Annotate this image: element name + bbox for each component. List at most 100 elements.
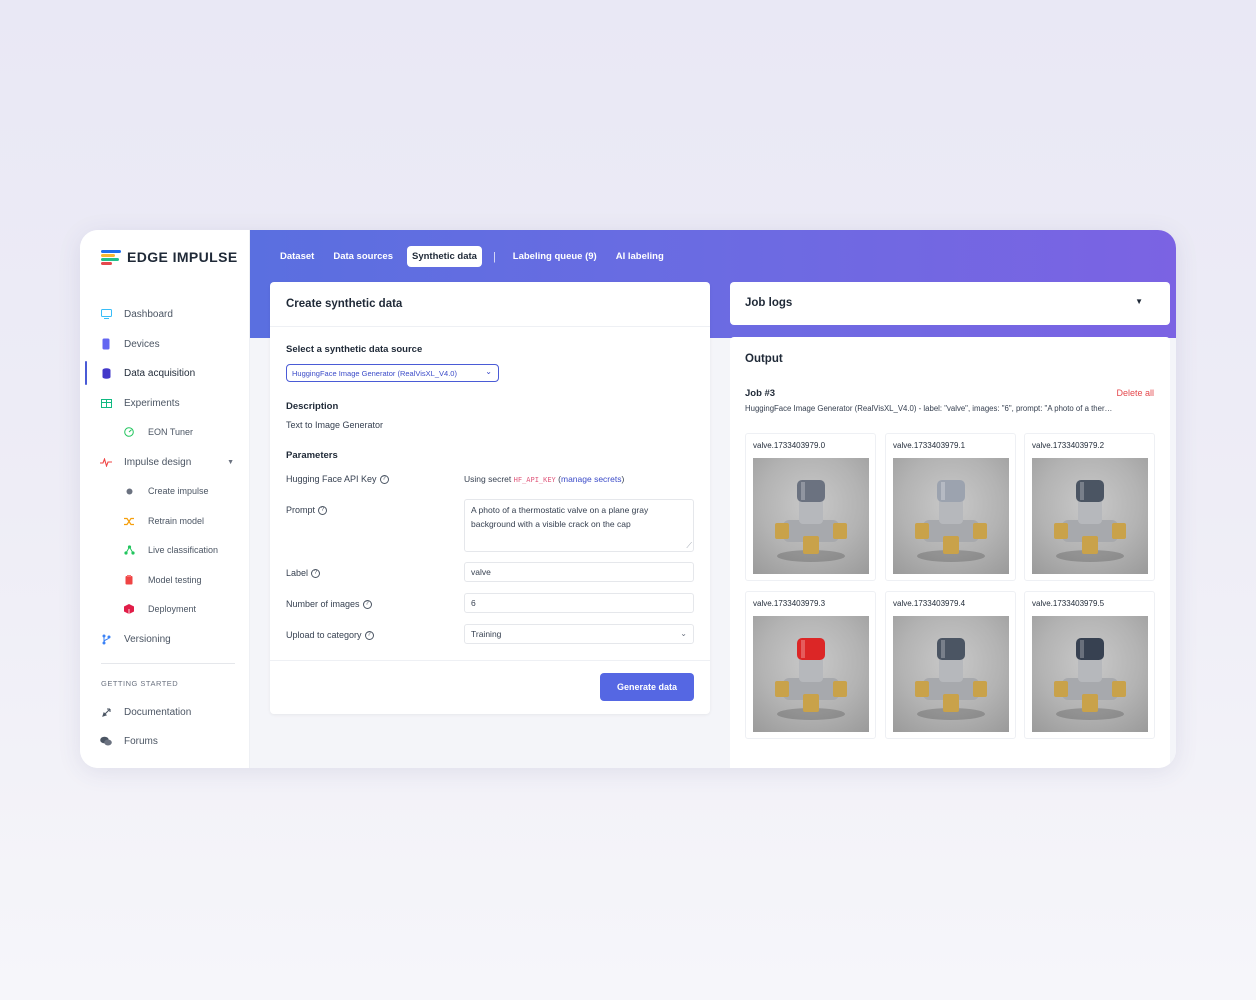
description-heading: Description — [286, 401, 339, 412]
create-synthetic-data-panel: Create synthetic data Select a synthetic… — [270, 282, 710, 714]
image-name: valve.1733403979.5 — [1032, 599, 1105, 608]
image-card[interactable]: valve.1733403979.4 — [885, 591, 1016, 739]
image-name: valve.1733403979.3 — [753, 599, 826, 608]
tab-data-sources[interactable]: Data sources — [328, 246, 398, 267]
tab-labeling-queue[interactable]: Labeling queue (9) — [508, 246, 602, 267]
rocket-icon — [100, 706, 112, 718]
valve-image[interactable] — [753, 616, 869, 732]
sidebar-item-retrain-model[interactable]: Retrain model — [80, 508, 250, 534]
image-name: valve.1733403979.4 — [893, 599, 966, 608]
tab-separator: | — [492, 250, 496, 263]
sidebar-item-label: Versioning — [124, 633, 171, 645]
sidebar-item-live-classification[interactable]: Live classification — [80, 537, 250, 563]
category-label-text: Upload to category — [286, 630, 362, 640]
api-key-secret-line: Using secret HF_API_KEY (manage secrets) — [464, 474, 625, 484]
image-name: valve.1733403979.2 — [1032, 441, 1105, 450]
tab-synthetic-data[interactable]: Synthetic data — [407, 246, 482, 267]
resize-handle-icon[interactable]: ⟋ — [686, 542, 692, 550]
sidebar-divider — [101, 663, 235, 664]
description-text: Text to Image Generator — [286, 420, 384, 430]
job-logs-panel[interactable]: Job logs ▼ — [730, 282, 1170, 325]
prompt-label: Prompt? — [286, 505, 328, 516]
sidebar-item-dashboard[interactable]: Dashboard — [80, 301, 250, 327]
image-card[interactable]: valve.1733403979.3 — [745, 591, 876, 739]
valve-image[interactable] — [893, 616, 1009, 732]
sidebar-item-label: Forums — [124, 735, 158, 747]
branch-icon — [100, 633, 112, 645]
chevron-down-icon: ⌄ — [680, 629, 687, 638]
label-label: Label? — [286, 568, 321, 579]
delete-all-link[interactable]: Delete all — [1116, 388, 1154, 398]
label-label-text: Label — [286, 568, 309, 578]
help-icon[interactable]: ? — [364, 631, 374, 641]
valve-image[interactable] — [893, 458, 1009, 574]
app-window: EDGE IMPULSE Dashboard Devices Data acqu… — [80, 230, 1176, 768]
valve-image[interactable] — [1032, 458, 1148, 574]
sidebar: EDGE IMPULSE Dashboard Devices Data acqu… — [80, 230, 250, 768]
manage-secrets-link[interactable]: manage secrets — [561, 474, 621, 484]
image-name: valve.1733403979.1 — [893, 441, 966, 450]
help-icon[interactable]: ? — [311, 569, 321, 579]
device-icon — [100, 338, 112, 350]
upload-category-select[interactable]: Training ⌄ — [464, 624, 694, 644]
valve-image[interactable] — [753, 458, 869, 574]
sidebar-item-label: Experiments — [124, 397, 180, 409]
logo-text: EDGE IMPULSE — [127, 249, 238, 265]
tab-ai-labeling[interactable]: AI labeling — [611, 246, 669, 267]
monitor-icon — [100, 308, 112, 320]
valve-image[interactable] — [1032, 616, 1148, 732]
prompt-textarea[interactable]: A photo of a thermostatic valve on a pla… — [464, 499, 694, 552]
logo-icon — [101, 249, 121, 265]
sidebar-item-label: Data acquisition — [124, 367, 196, 379]
num-images-label: Number of images? — [286, 599, 372, 610]
prompt-label-text: Prompt — [286, 505, 316, 515]
sidebar-item-label: Model testing — [148, 575, 202, 585]
output-title: Output — [745, 353, 783, 365]
sidebar-item-impulse-design[interactable]: Impulse design ▼ — [80, 449, 250, 475]
database-icon — [100, 367, 112, 379]
sidebar-item-label: Deployment — [148, 604, 197, 614]
edge-impulse-logo[interactable]: EDGE IMPULSE — [101, 249, 238, 265]
label-input[interactable]: valve — [464, 562, 694, 582]
parameters-heading: Parameters — [286, 450, 338, 461]
generate-data-button[interactable]: Generate data — [600, 673, 694, 701]
sidebar-item-label: Dashboard — [124, 308, 173, 320]
divider — [270, 326, 710, 327]
sidebar-item-versioning[interactable]: Versioning — [80, 626, 250, 652]
chevron-down-icon[interactable]: ▼ — [1135, 297, 1143, 306]
help-icon[interactable]: ? — [379, 475, 389, 485]
sidebar-item-label: Documentation — [124, 706, 192, 718]
sidebar-item-documentation[interactable]: Documentation — [80, 699, 250, 725]
sidebar-item-experiments[interactable]: Experiments — [80, 390, 250, 416]
sidebar-item-data-acquisition[interactable]: Data acquisition — [80, 360, 250, 386]
chevron-down-icon[interactable]: ▼ — [227, 459, 234, 466]
sidebar-item-label: Retrain model — [148, 516, 205, 526]
category-label: Upload to category? — [286, 630, 374, 641]
sidebar-item-eon-tuner[interactable]: EON Tuner — [80, 419, 250, 445]
source-heading: Select a synthetic data source — [286, 344, 423, 355]
api-key-label-text: Hugging Face API Key — [286, 474, 377, 484]
section-heading-getting-started: GETTING STARTED — [101, 679, 179, 688]
tab-bar: Dataset Data sources Synthetic data | La… — [275, 246, 678, 267]
help-icon[interactable]: ? — [318, 506, 328, 516]
sidebar-item-forums[interactable]: Forums — [80, 728, 250, 754]
help-icon[interactable]: ? — [362, 600, 372, 610]
image-card[interactable]: valve.1733403979.0 — [745, 433, 876, 581]
pulse-icon — [100, 456, 112, 468]
sidebar-item-devices[interactable]: Devices — [80, 331, 250, 357]
divider — [270, 660, 710, 661]
job-title: Job #3 — [745, 388, 776, 399]
number-of-images-input[interactable]: 6 — [464, 593, 694, 613]
image-card[interactable]: valve.1733403979.1 — [885, 433, 1016, 581]
image-card[interactable]: valve.1733403979.2 — [1024, 433, 1155, 581]
sidebar-item-create-impulse[interactable]: Create impulse — [80, 478, 250, 504]
box-icon — [123, 603, 135, 615]
data-source-select[interactable]: HuggingFace Image Generator (RealVisXL_V… — [286, 364, 499, 382]
image-card[interactable]: valve.1733403979.5 — [1024, 591, 1155, 739]
sidebar-item-model-testing[interactable]: Model testing — [80, 567, 250, 593]
sidebar-item-deployment[interactable]: Deployment — [80, 596, 250, 622]
category-value: Training — [471, 629, 502, 639]
tab-dataset[interactable]: Dataset — [275, 246, 319, 267]
clipboard-icon — [123, 574, 135, 586]
secret-name: HF_API_KEY — [513, 476, 556, 484]
